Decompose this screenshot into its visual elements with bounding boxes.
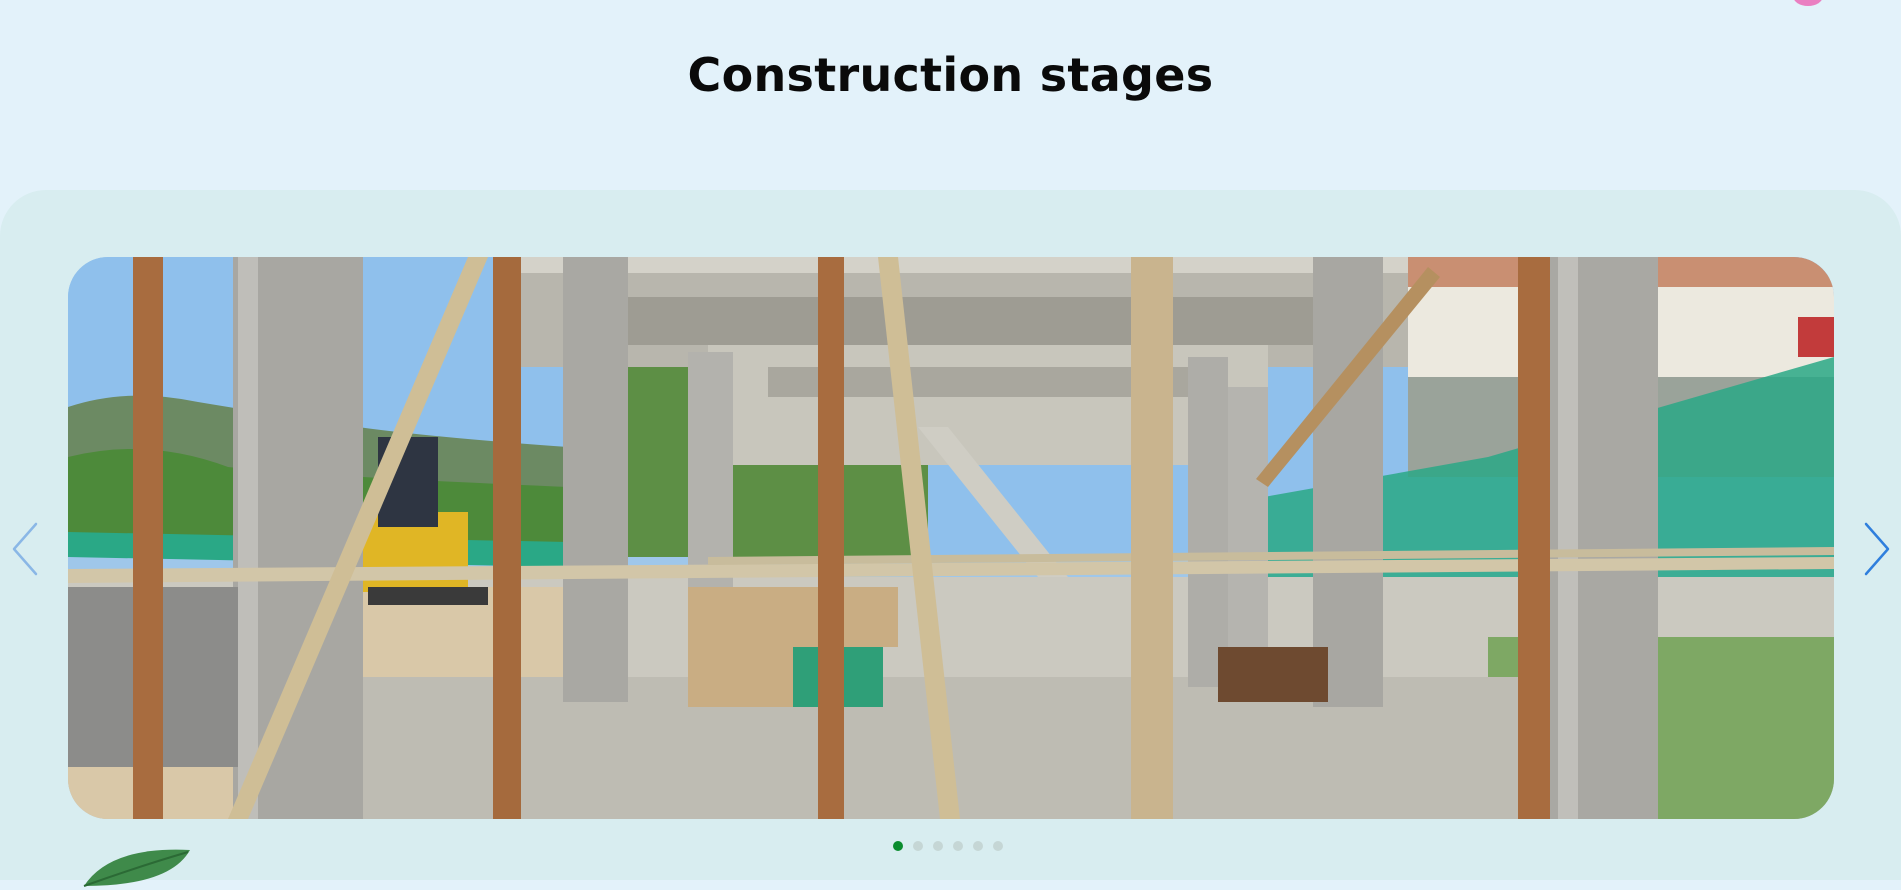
carousel-dot-6[interactable] — [993, 841, 1003, 851]
flower-petal-icon — [1794, 0, 1822, 6]
carousel-next-button[interactable] — [1856, 518, 1896, 580]
carousel-dot-4[interactable] — [953, 841, 963, 851]
page-title: Construction stages — [687, 48, 1214, 102]
chevron-right-icon — [1864, 522, 1890, 576]
carousel-prev-button[interactable] — [6, 518, 46, 580]
carousel-dot-1[interactable] — [893, 841, 903, 851]
chevron-left-icon — [12, 522, 38, 576]
construction-site-image — [68, 257, 1834, 819]
leaf-icon — [83, 849, 190, 887]
carousel-dot-3[interactable] — [933, 841, 943, 851]
slide-photo — [68, 257, 1834, 819]
carousel-pagination — [893, 841, 1003, 851]
carousel-dot-2[interactable] — [913, 841, 923, 851]
carousel-dot-5[interactable] — [973, 841, 983, 851]
